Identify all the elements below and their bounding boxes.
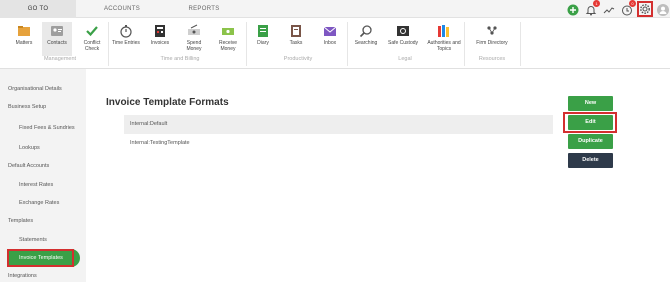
- sidebar-item-fixed-fees[interactable]: Fixed Fees & Sundries: [0, 122, 86, 134]
- searching-button[interactable]: Searching: [351, 22, 381, 56]
- conflict-check-button[interactable]: Conflict Check: [77, 22, 107, 56]
- tasks-label: Tasks: [289, 40, 303, 46]
- receive-icon: [221, 24, 235, 38]
- tasks-icon: [289, 24, 303, 38]
- authorities-topics-label: Authorities and Topics: [427, 40, 461, 52]
- sidebar-item-interest-rates[interactable]: Interest Rates: [0, 179, 86, 191]
- sidebar-item-integrations[interactable]: Integrations: [0, 270, 86, 282]
- ribbon-separator: [347, 22, 348, 66]
- books-icon: [437, 24, 451, 38]
- safe-icon: [396, 24, 410, 38]
- sidebar-item-statements[interactable]: Statements: [0, 234, 86, 246]
- matters-label: Matters: [15, 40, 33, 46]
- invoices-label: Invoices: [150, 40, 170, 46]
- spend-money-label: Spend Money: [186, 40, 202, 52]
- page-title: Invoice Template Formats: [106, 97, 229, 108]
- spend-money-button[interactable]: Spend Money: [179, 22, 209, 56]
- template-row-internal-default[interactable]: Internal:Default: [124, 115, 553, 134]
- notification-badge: 1: [593, 0, 600, 7]
- invoices-button[interactable]: Invoices: [145, 22, 175, 56]
- search-icon: [359, 24, 373, 38]
- group-label-management: Management: [43, 56, 77, 62]
- timer-icon[interactable]: 0: [621, 0, 636, 16]
- activity-icon[interactable]: [603, 3, 615, 15]
- firm-directory-label: Firm Directory: [476, 40, 508, 46]
- sidebar-item-invoice-templates[interactable]: Invoice Templates: [7, 249, 80, 267]
- bell-icon[interactable]: 1: [585, 0, 600, 16]
- sidebar-item-lookups[interactable]: Lookups: [0, 142, 86, 154]
- diary-label: Diary: [257, 40, 269, 46]
- contacts-button[interactable]: Contacts: [42, 22, 72, 56]
- tab-goto[interactable]: GO TO: [0, 0, 76, 18]
- matters-button[interactable]: Matters: [9, 22, 39, 56]
- settings-sidebar: Organisational Details Business Setup Fi…: [0, 69, 86, 282]
- receive-money-button[interactable]: Receive Money: [213, 22, 243, 56]
- tab-accounts[interactable]: ACCOUNTS: [84, 0, 160, 18]
- template-row-internal-testing[interactable]: Internal:TestingTemplate: [124, 134, 553, 153]
- edit-button[interactable]: Edit: [568, 115, 613, 130]
- sidebar-item-exchange-rates[interactable]: Exchange Rates: [0, 197, 86, 209]
- add-circle-icon[interactable]: [567, 3, 579, 16]
- sidebar-item-organisational-details[interactable]: Organisational Details: [0, 83, 86, 95]
- sidebar-item-default-accounts[interactable]: Default Accounts: [0, 160, 86, 172]
- diary-button[interactable]: Diary: [248, 22, 278, 56]
- safe-custody-label: Safe Custody: [387, 40, 419, 46]
- stopwatch-icon: [119, 24, 133, 38]
- directory-icon: [485, 24, 499, 38]
- group-label-legal: Legal: [398, 56, 412, 62]
- top-navigation: GO TO ACCOUNTS REPORTS 1 0: [0, 0, 670, 18]
- timer-badge: 0: [629, 0, 636, 7]
- group-label-time-billing: Time and Billing: [160, 56, 200, 62]
- sidebar-item-templates[interactable]: Templates: [0, 215, 86, 227]
- matters-icon: [17, 24, 31, 38]
- user-icon[interactable]: [657, 3, 669, 16]
- tasks-button[interactable]: Tasks: [281, 22, 311, 56]
- toolbar-ribbon: Matters Contacts Conflict Check Manageme…: [0, 18, 670, 69]
- tab-reports[interactable]: REPORTS: [166, 0, 242, 18]
- sidebar-item-label: Invoice Templates: [19, 255, 63, 261]
- new-button[interactable]: New: [568, 96, 613, 111]
- inbox-icon: [323, 24, 337, 38]
- searching-label: Searching: [354, 40, 378, 46]
- check-icon: [85, 24, 99, 38]
- gear-icon[interactable]: [637, 1, 653, 17]
- safe-custody-button[interactable]: Safe Custody: [385, 22, 421, 56]
- inbox-label: Inbox: [323, 40, 337, 46]
- diary-icon: [256, 24, 270, 38]
- inbox-button[interactable]: Inbox: [315, 22, 345, 56]
- time-entries-button[interactable]: Time Entries: [111, 22, 141, 56]
- time-entries-label: Time Entries: [112, 40, 140, 46]
- authorities-topics-button[interactable]: Authorities and Topics: [426, 22, 462, 56]
- ribbon-separator: [108, 22, 109, 66]
- invoice-icon: [153, 24, 167, 38]
- spend-icon: [187, 24, 201, 38]
- ribbon-separator: [520, 22, 521, 66]
- firm-directory-button[interactable]: Firm Directory: [470, 22, 514, 56]
- receive-money-label: Receive Money: [218, 40, 238, 52]
- sidebar-item-business-setup[interactable]: Business Setup: [0, 101, 86, 113]
- contacts-label: Contacts: [47, 40, 67, 46]
- ribbon-separator: [246, 22, 247, 66]
- contacts-icon: [50, 24, 64, 38]
- group-label-productivity: Productivity: [283, 56, 313, 62]
- conflict-check-label: Conflict Check: [83, 40, 101, 52]
- delete-button[interactable]: Delete: [568, 153, 613, 168]
- duplicate-button[interactable]: Duplicate: [568, 134, 613, 149]
